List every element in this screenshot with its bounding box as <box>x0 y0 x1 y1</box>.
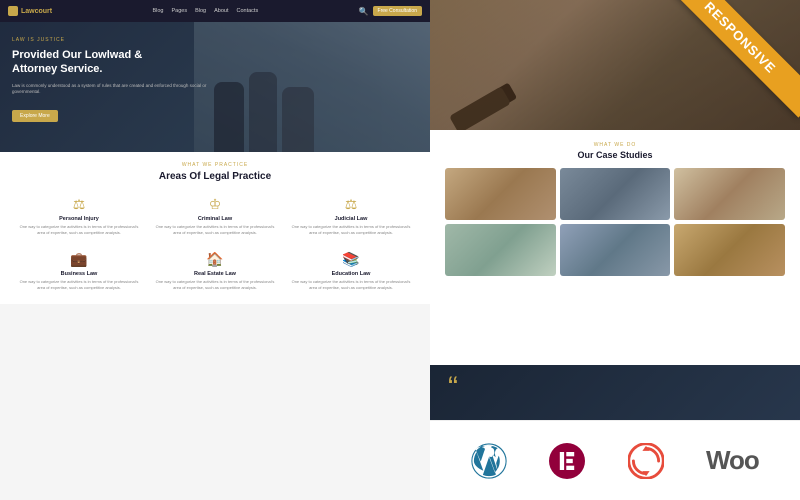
area-personal-injury: ⚖ Personal Injury One way to categorize … <box>15 192 143 239</box>
nav-link-blog2[interactable]: Blog <box>195 8 206 14</box>
brand-name: Lawcourt <box>21 8 52 15</box>
case-image-2 <box>560 168 671 220</box>
case-image-1 <box>445 168 556 220</box>
areas-tag: What We Practice <box>15 162 415 168</box>
area-name-judicial-law: Judicial Law <box>291 216 411 222</box>
free-consultation-button[interactable]: Free Consultation <box>373 6 422 16</box>
quote-mark: “ <box>448 373 458 403</box>
area-name-criminal-law: Criminal Law <box>155 216 275 222</box>
case-image-6 <box>674 224 785 276</box>
case-tag: What We Do <box>445 142 785 148</box>
wordpress-logo <box>471 443 507 479</box>
nav-link-pages[interactable]: Pages <box>171 8 187 14</box>
nav-link-blog[interactable]: Blog <box>152 8 163 14</box>
brand: Lawcourt <box>8 6 52 16</box>
hero-content: Law is Justice Provided Our Lowlwad &Att… <box>12 37 212 122</box>
criminal-law-icon: ♔ <box>155 196 275 213</box>
area-business-law: 💼 Business Law One way to categorize the… <box>15 247 143 294</box>
area-desc-criminal-law: One way to categorize the activities is … <box>155 224 275 235</box>
areas-section: What We Practice Areas Of Legal Practice… <box>0 152 430 304</box>
case-image-5 <box>560 224 671 276</box>
woocommerce-sync-icon <box>628 443 664 479</box>
woo-text-label: Woo <box>706 445 759 476</box>
area-name-real-estate-law: Real Estate Law <box>155 271 275 277</box>
area-criminal-law: ♔ Criminal Law One way to categorize the… <box>151 192 279 239</box>
area-name-personal-injury: Personal Injury <box>19 216 139 222</box>
case-grid <box>445 168 785 276</box>
area-name-education-law: Education Law <box>291 271 411 277</box>
areas-grid: ⚖ Personal Injury One way to categorize … <box>15 192 415 294</box>
navbar: Lawcourt Blog Pages Blog About Contacts … <box>0 0 430 22</box>
hero-image <box>194 22 431 152</box>
area-name-business-law: Business Law <box>19 271 139 277</box>
explore-more-button[interactable]: Explore More <box>12 110 58 122</box>
case-title: Our Case Studies <box>445 150 785 160</box>
education-law-icon: 📚 <box>291 251 411 268</box>
person-silhouette-1 <box>214 82 244 152</box>
area-desc-personal-injury: One way to categorize the activities is … <box>19 224 139 235</box>
area-desc-real-estate-law: One way to categorize the activities is … <box>155 279 275 290</box>
personal-injury-icon: ⚖ <box>19 196 139 213</box>
nav-link-about[interactable]: About <box>214 8 228 14</box>
area-judicial-law: ⚖ Judicial Law One way to categorize the… <box>287 192 415 239</box>
area-real-estate-law: 🏠 Real Estate Law One way to categorize … <box>151 247 279 294</box>
main-container: Lawcourt Blog Pages Blog About Contacts … <box>0 0 800 500</box>
area-desc-judicial-law: One way to categorize the activities is … <box>291 224 411 235</box>
person-silhouette-3 <box>282 87 314 152</box>
real-estate-law-icon: 🏠 <box>155 251 275 268</box>
hero-title: Provided Our Lowlwad &Attorney Service. <box>12 48 212 77</box>
case-image-4 <box>445 224 556 276</box>
area-education-law: 📚 Education Law One way to categorize th… <box>287 247 415 294</box>
hero-section: Law is Justice Provided Our Lowlwad &Att… <box>0 22 430 152</box>
areas-title: Areas Of Legal Practice <box>15 171 415 182</box>
search-icon[interactable]: 🔍 <box>359 7 369 16</box>
business-law-icon: 💼 <box>19 251 139 268</box>
responsive-badge-label: RESPONSIVE <box>661 0 800 117</box>
hero-description: Law is commonly understood as a system o… <box>12 83 212 97</box>
judicial-law-icon: ⚖ <box>291 196 411 213</box>
left-preview-panel: Lawcourt Blog Pages Blog About Contacts … <box>0 0 430 500</box>
area-desc-business-law: One way to categorize the activities is … <box>19 279 139 290</box>
elementor-logo <box>549 443 585 479</box>
hero-tag: Law is Justice <box>12 37 212 43</box>
case-image-3 <box>674 168 785 220</box>
person-silhouette-2 <box>249 72 277 152</box>
area-desc-education-law: One way to categorize the activities is … <box>291 279 411 290</box>
logos-bar: Woo <box>430 420 800 500</box>
responsive-badge: RESPONSIVE <box>660 0 800 140</box>
nav-links: Blog Pages Blog About Contacts <box>152 8 258 14</box>
case-studies-section: What We Do Our Case Studies <box>430 130 800 288</box>
nav-link-contacts[interactable]: Contacts <box>236 8 258 14</box>
brand-icon <box>8 6 18 16</box>
